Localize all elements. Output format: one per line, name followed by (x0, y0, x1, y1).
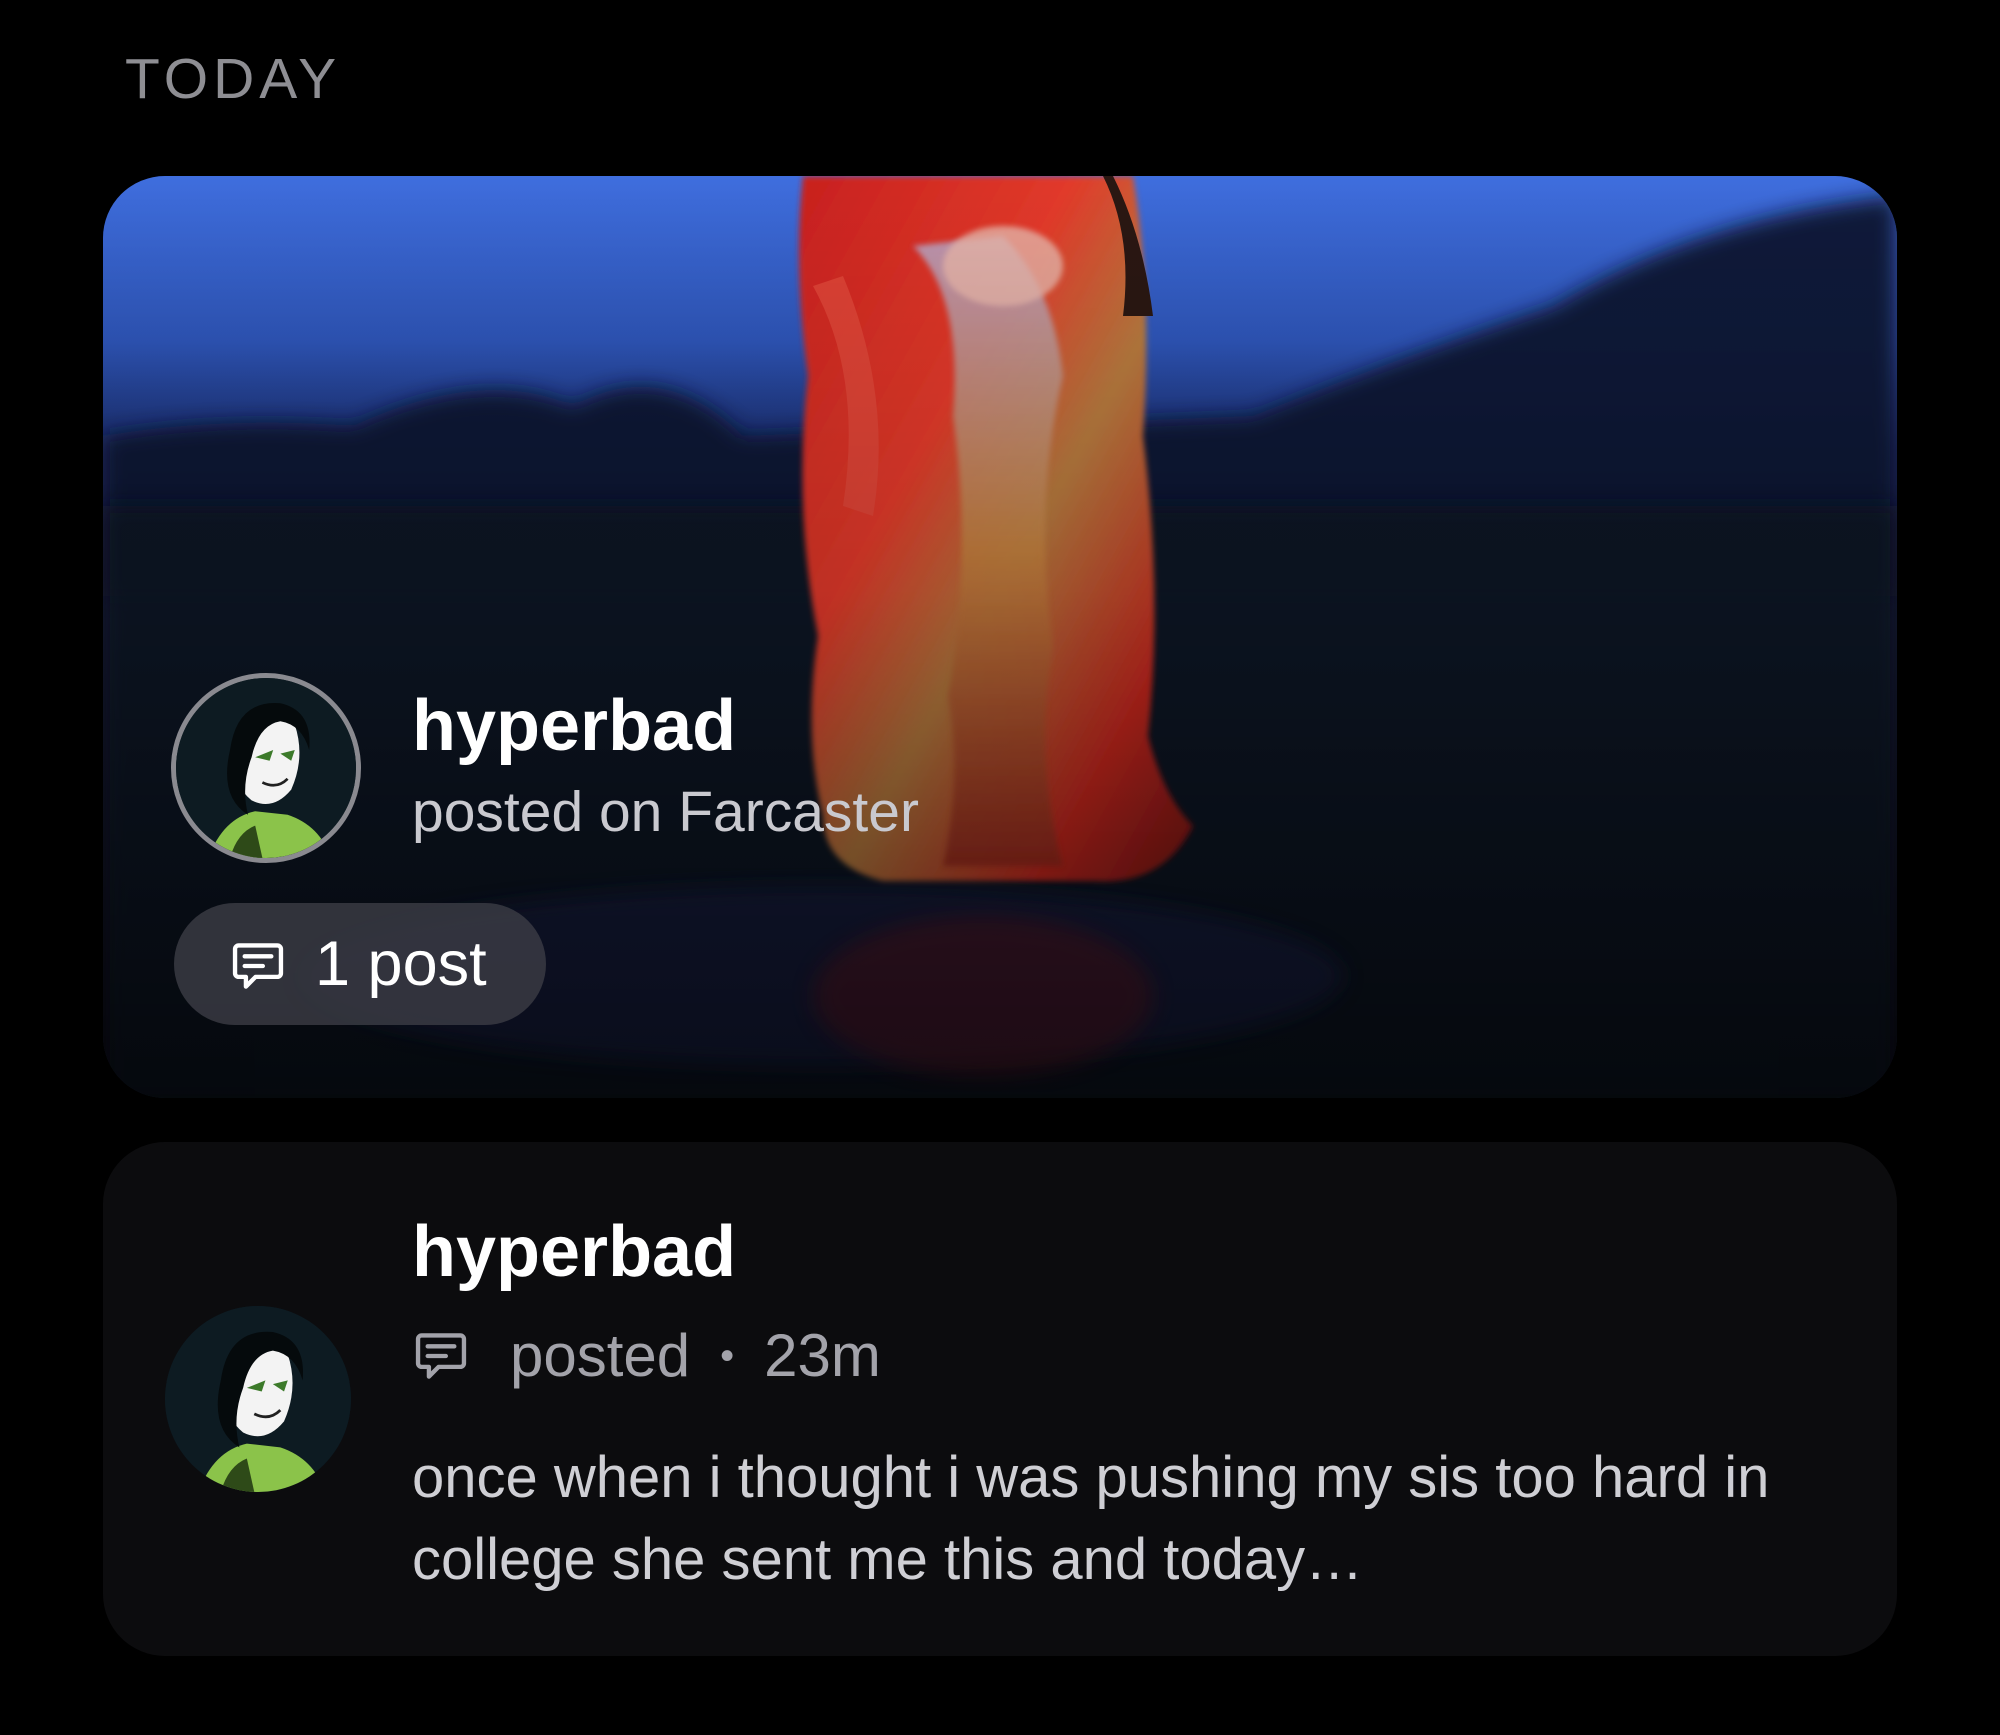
meta-separator: • (720, 1334, 735, 1378)
post-count-chip[interactable]: 1 post (174, 903, 546, 1025)
post-card[interactable]: hyperbad posted • 23m once when i though… (103, 1142, 1897, 1656)
post-body[interactable]: once when i thought i was pushing my sis… (412, 1437, 1852, 1601)
avatar[interactable] (171, 673, 361, 863)
avatar-illustration-icon (165, 1306, 351, 1492)
chat-bubble-icon (415, 1333, 467, 1379)
section-header: TODAY (125, 47, 342, 111)
post-timestamp: 23m (764, 1322, 881, 1389)
source-subtitle: posted on Farcaster (412, 780, 919, 844)
avatar[interactable] (165, 1306, 351, 1492)
post-count-label: 1 post (315, 929, 487, 999)
post-meta: posted • 23m (412, 1320, 881, 1392)
featured-card[interactable]: hyperbad posted on Farcaster 1 post (103, 176, 1897, 1098)
author-name[interactable]: hyperbad (412, 1207, 736, 1297)
author-name[interactable]: hyperbad (412, 681, 736, 771)
post-action: posted (510, 1322, 691, 1389)
chat-bubble-icon (232, 943, 284, 989)
avatar-illustration-icon (176, 678, 356, 858)
